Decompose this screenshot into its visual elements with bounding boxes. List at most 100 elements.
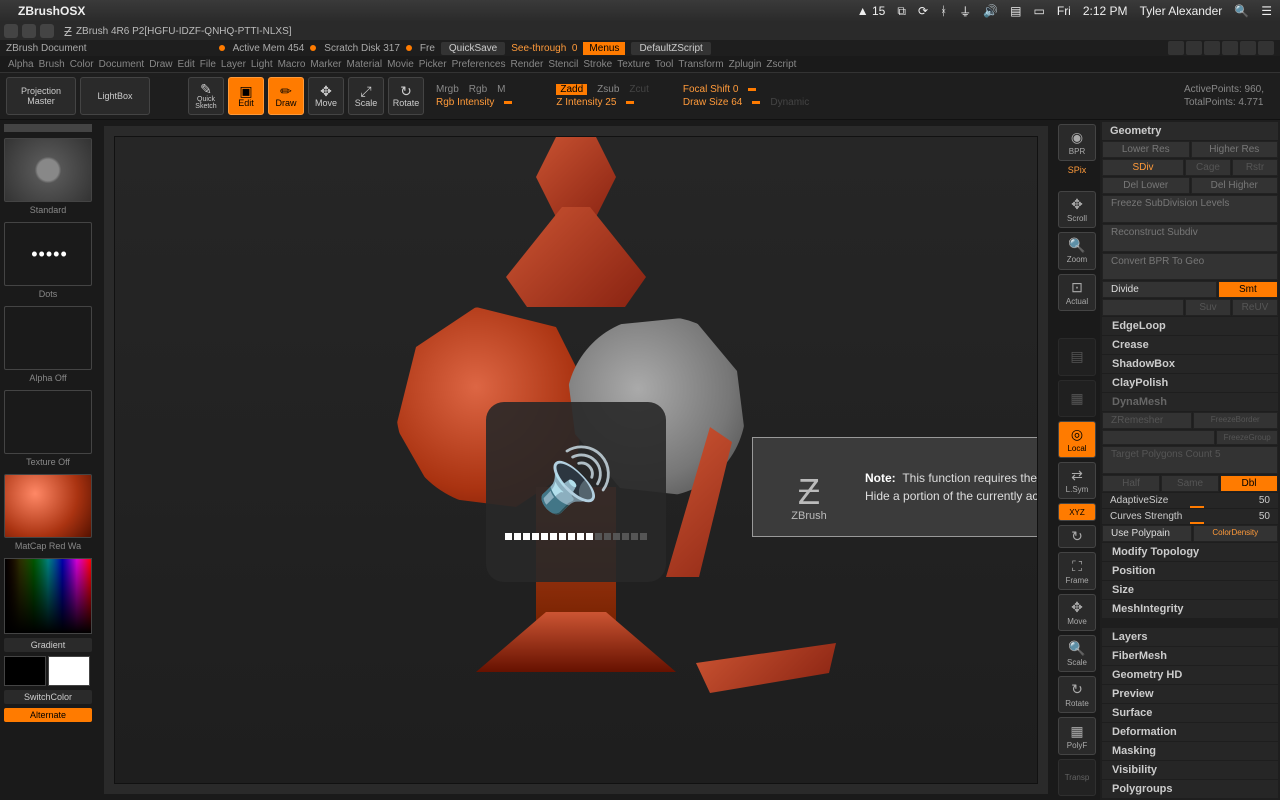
- adobe-icon[interactable]: ▲ 15: [857, 4, 886, 18]
- battery-icon[interactable]: ▭: [1034, 4, 1045, 18]
- spotlight-icon[interactable]: 🔍: [1234, 4, 1249, 18]
- menu-document[interactable]: Document: [99, 59, 145, 70]
- convert-bpr-button[interactable]: Convert BPR To Geo: [1102, 253, 1278, 281]
- layout-btn[interactable]: [1204, 41, 1220, 55]
- clock-time[interactable]: 2:12 PM: [1083, 4, 1128, 18]
- menu-texture[interactable]: Texture: [617, 59, 650, 70]
- meshintegrity-section[interactable]: MeshIntegrity: [1102, 600, 1278, 618]
- menu-movie[interactable]: Movie: [387, 59, 414, 70]
- layers-section[interactable]: Layers: [1102, 628, 1278, 646]
- default-zscript[interactable]: DefaultZScript: [631, 42, 710, 55]
- zadd-toggle[interactable]: Zadd: [556, 84, 587, 95]
- surface-section[interactable]: Surface: [1102, 704, 1278, 722]
- rotate-button[interactable]: ↻Rotate: [388, 77, 424, 115]
- move-button[interactable]: ✥Move: [308, 77, 344, 115]
- menu-material[interactable]: Material: [347, 59, 383, 70]
- texture-thumbnail[interactable]: Texture Off: [4, 390, 92, 454]
- alternate-button[interactable]: Alternate: [4, 708, 92, 722]
- dropbox-icon[interactable]: ⧉: [897, 4, 906, 19]
- dynamic-toggle[interactable]: Dynamic: [770, 97, 809, 108]
- suv-button[interactable]: Suv: [1185, 299, 1231, 316]
- menu-edit[interactable]: Edit: [178, 59, 195, 70]
- rotate-nav-button[interactable]: ↻Rotate: [1058, 676, 1096, 713]
- target-polygons[interactable]: Target Polygons Count 5: [1102, 446, 1278, 474]
- menu-preferences[interactable]: Preferences: [452, 59, 506, 70]
- projection-master-button[interactable]: Projection Master: [6, 77, 76, 115]
- stroke-thumbnail[interactable]: Dots: [4, 222, 92, 286]
- menu-tool[interactable]: Tool: [655, 59, 673, 70]
- freezeborder-button[interactable]: FreezeBorder: [1193, 412, 1279, 429]
- minimize-icon[interactable]: [22, 24, 36, 38]
- app-name[interactable]: ZBrushOSX: [18, 4, 85, 18]
- xyz-button[interactable]: XYZ: [1058, 503, 1096, 521]
- menu-transform[interactable]: Transform: [678, 59, 723, 70]
- alpha-thumbnail[interactable]: Alpha Off: [4, 306, 92, 370]
- menu-stroke[interactable]: Stroke: [583, 59, 612, 70]
- menu-alpha[interactable]: Alpha: [8, 59, 34, 70]
- move-nav-button[interactable]: ✥Move: [1058, 594, 1096, 631]
- layout-btn[interactable]: [1168, 41, 1184, 55]
- freezegroup-button[interactable]: FreezeGroup: [1216, 430, 1278, 445]
- flag-icon[interactable]: ▤: [1010, 4, 1021, 18]
- zsub-toggle[interactable]: Zsub: [597, 84, 619, 95]
- brush-thumbnail[interactable]: Standard: [4, 138, 92, 202]
- floor-button[interactable]: ▦: [1058, 380, 1096, 417]
- focal-shift-label[interactable]: Focal Shift 0: [683, 84, 739, 95]
- gradient-button[interactable]: Gradient: [4, 638, 92, 652]
- swatch-white[interactable]: [48, 656, 90, 686]
- edgeloop-section[interactable]: EdgeLoop: [1102, 317, 1278, 335]
- menu-zscript[interactable]: Zscript: [766, 59, 796, 70]
- divide-button[interactable]: Divide: [1102, 281, 1217, 298]
- del-higher-button[interactable]: Del Higher: [1191, 177, 1279, 194]
- lsym-button[interactable]: ⇄L.Sym: [1058, 462, 1096, 499]
- quicksave-button[interactable]: QuickSave: [441, 42, 505, 55]
- menu-brush[interactable]: Brush: [39, 59, 65, 70]
- size-section[interactable]: Size: [1102, 581, 1278, 599]
- layout-btn[interactable]: [1186, 41, 1202, 55]
- menu-picker[interactable]: Picker: [419, 59, 447, 70]
- menus-toggle[interactable]: Menus: [583, 42, 625, 55]
- edit-button[interactable]: ▣Edit: [228, 77, 264, 115]
- local-button[interactable]: ◎Local: [1058, 421, 1096, 458]
- smt-button[interactable]: Smt: [1218, 281, 1278, 298]
- bluetooth-icon[interactable]: ᚼ: [940, 4, 947, 18]
- menu-layer[interactable]: Layer: [221, 59, 246, 70]
- visibility-section[interactable]: Visibility: [1102, 761, 1278, 779]
- polygroups-section[interactable]: Polygroups: [1102, 780, 1278, 798]
- actual-button[interactable]: ⊡Actual: [1058, 274, 1096, 311]
- quicksketch-button[interactable]: ✎Quick Sketch: [188, 77, 224, 115]
- color-picker[interactable]: [4, 558, 92, 634]
- preview-section[interactable]: Preview: [1102, 685, 1278, 703]
- m-toggle[interactable]: M: [497, 84, 505, 95]
- menu-render[interactable]: Render: [511, 59, 544, 70]
- crease-section[interactable]: Crease: [1102, 336, 1278, 354]
- zoom-icon[interactable]: [40, 24, 54, 38]
- left-slider[interactable]: [4, 124, 92, 132]
- scroll-button[interactable]: ✥Scroll: [1058, 191, 1096, 228]
- geometry-header[interactable]: Geometry: [1102, 122, 1278, 140]
- zoom-button[interactable]: 🔍Zoom: [1058, 232, 1096, 269]
- persp-button[interactable]: ▤: [1058, 338, 1096, 375]
- scale-button[interactable]: ⤢Scale: [348, 77, 384, 115]
- lock-icon[interactable]: [1258, 41, 1274, 55]
- double-button[interactable]: Dbl: [1220, 475, 1278, 492]
- polyf-button[interactable]: ▦PolyF: [1058, 717, 1096, 754]
- zcut-toggle[interactable]: Zcut: [629, 84, 648, 95]
- del-lower-button[interactable]: Del Lower: [1102, 177, 1190, 194]
- frame-button[interactable]: ⛶Frame: [1058, 552, 1096, 589]
- fibermesh-section[interactable]: FiberMesh: [1102, 647, 1278, 665]
- reuv-button[interactable]: ReUV: [1232, 299, 1278, 316]
- position-section[interactable]: Position: [1102, 562, 1278, 580]
- lower-res-button[interactable]: Lower Res: [1102, 141, 1190, 158]
- menu-marker[interactable]: Marker: [310, 59, 341, 70]
- scale-nav-button[interactable]: 🔍Scale: [1058, 635, 1096, 672]
- menu-macro[interactable]: Macro: [278, 59, 306, 70]
- rgb-intensity-label[interactable]: Rgb Intensity: [436, 97, 494, 108]
- lightbox-button[interactable]: LightBox: [80, 77, 150, 115]
- modify-topology-section[interactable]: Modify Topology: [1102, 543, 1278, 561]
- zremesher-button[interactable]: ZRemesher: [1102, 412, 1192, 429]
- rstr-button[interactable]: Rstr: [1232, 159, 1278, 176]
- wifi-icon[interactable]: ⏚: [959, 3, 971, 20]
- draw-size-label[interactable]: Draw Size 64: [683, 97, 742, 108]
- use-polypaint-button[interactable]: Use Polypain: [1102, 525, 1192, 542]
